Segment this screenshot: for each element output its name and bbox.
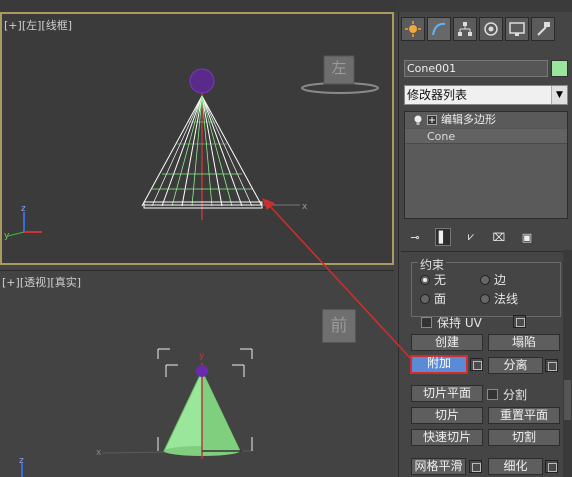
attach-list-button[interactable] (470, 358, 483, 371)
axis-tripod-left: z y (4, 204, 42, 241)
modifier-stack[interactable]: 编辑多边形 Cone (404, 111, 568, 219)
radio-dot-icon (420, 274, 430, 285)
preserve-uv-settings-button[interactable] (513, 315, 526, 328)
constraint-normal-radio[interactable]: 法线 (480, 290, 518, 307)
radio-label: 无 (434, 273, 447, 287)
viewport-plus-menu[interactable]: [+] (4, 19, 22, 32)
viewcube-face-label: 左 (331, 59, 347, 77)
stack-toolbar: ⊸ ▌ ⩗ ⌧ ▣ (407, 226, 567, 248)
viewport-perspective-label[interactable]: [+][透视][真实] (2, 274, 81, 290)
viewport-plus-menu[interactable]: [+] (2, 276, 20, 289)
detach-settings-button[interactable] (545, 359, 558, 372)
radio-label: 法线 (494, 292, 519, 306)
bulb-icon[interactable] (413, 115, 423, 125)
panel-top-strip (398, 0, 572, 12)
checkbox-label: 保持 UV (437, 316, 482, 330)
cut-button[interactable]: 切割 (488, 429, 560, 446)
modifier-list-label: 修改器列表 (407, 88, 468, 102)
scrollbar-thumb[interactable] (564, 380, 571, 420)
constraint-edge-radio[interactable]: 边 (480, 271, 506, 288)
left-tripod-y-label: y (4, 231, 10, 241)
slice-button[interactable]: 切片 (411, 407, 483, 424)
hierarchy-icon (458, 22, 472, 36)
display-tab[interactable] (505, 17, 529, 41)
quickslice-button[interactable]: 快速切片 (411, 429, 483, 446)
viewport-left[interactable]: [+][左][线框] 左 x z y (0, 12, 394, 265)
viewcube-perspective[interactable]: 前 (322, 309, 356, 343)
viewport-perspective[interactable]: [+][透视][真实] 前 x y z (0, 270, 394, 477)
object-name-field[interactable]: Cone001 (404, 60, 548, 77)
cone-wireframe[interactable]: x (132, 64, 312, 234)
utilities-icon (537, 22, 550, 36)
meshsmooth-settings-button[interactable] (469, 460, 482, 473)
collapse-button[interactable]: 塌陷 (488, 334, 560, 351)
divider (401, 251, 571, 252)
constraint-none-radio[interactable]: 无 (420, 271, 446, 288)
viewport-pov-menu[interactable]: [透视] (20, 276, 51, 289)
axis-tripod-perspective: z (19, 456, 24, 477)
create-button[interactable]: 创建 (411, 334, 483, 351)
radio-dot-icon (420, 293, 430, 304)
detach-button[interactable]: 分离 (488, 357, 543, 374)
viewport-top-strip (0, 0, 398, 12)
create-icon (405, 21, 421, 37)
pin-stack-icon[interactable]: ⊸ (407, 228, 423, 246)
constraints-group: 约束 无 边 面 法线 (411, 256, 561, 317)
viewport-shading-menu[interactable]: [线框] (41, 19, 72, 32)
command-panel: Cone001 修改器列表 ▼ 编辑多边形 Cone ⊸ ▌ ⩗ ⌧ ▣ 约束 (398, 12, 572, 477)
configure-modifier-sets-icon[interactable]: ▣ (519, 228, 535, 246)
chevron-down-icon[interactable]: ▼ (551, 86, 567, 104)
persp-pivot-y-label: y (199, 351, 205, 361)
stack-item-label: 编辑多边形 (441, 113, 496, 126)
show-end-result-icon[interactable]: ▌ (435, 228, 451, 246)
checkbox-box (487, 389, 498, 400)
motion-tab[interactable] (479, 17, 503, 41)
modifier-list-dropdown[interactable]: 修改器列表 ▼ (404, 85, 568, 105)
constraint-face-radio[interactable]: 面 (420, 290, 446, 307)
modify-icon (432, 22, 446, 36)
tessellate-button[interactable]: 细化 (488, 458, 543, 475)
panel-scrollbar[interactable] (563, 250, 572, 477)
checkbox-label: 分割 (503, 388, 528, 402)
radio-label: 边 (494, 273, 507, 287)
persp-tripod-z-label: z (19, 456, 24, 466)
stack-item-cone[interactable]: Cone (405, 128, 567, 144)
modify-tab[interactable] (427, 17, 451, 41)
split-checkbox[interactable]: 分割 (487, 386, 527, 403)
make-unique-icon[interactable]: ⩗ (463, 228, 479, 246)
left-grid-x-label: x (302, 202, 308, 212)
viewport-left-label[interactable]: [+][左][线框] (4, 17, 72, 33)
stack-item-edit-poly[interactable]: 编辑多边形 (405, 112, 567, 128)
preserve-uv-checkbox[interactable]: 保持 UV (421, 314, 482, 331)
viewport-shading-menu[interactable]: [真实] (50, 276, 81, 289)
checkbox-box (421, 317, 432, 328)
radio-label: 面 (434, 292, 447, 306)
remove-modifier-icon[interactable]: ⌧ (491, 228, 507, 246)
radio-dot-icon (480, 274, 490, 285)
expand-plus-icon[interactable] (427, 115, 437, 125)
radio-dot-icon (480, 293, 490, 304)
reset-plane-button[interactable]: 重置平面 (488, 407, 560, 424)
left-tripod-z-label: z (21, 204, 26, 214)
slice-plane-button[interactable]: 切片平面 (411, 385, 483, 402)
max-ui: [+][左][线框] 左 x z y [+][透视][真实] 前 x y z C… (0, 0, 572, 477)
hierarchy-tab[interactable] (453, 17, 477, 41)
utilities-tab[interactable] (531, 17, 555, 41)
persp-grid-x-label: x (96, 448, 102, 458)
display-icon (509, 22, 525, 36)
command-panel-tabs (401, 17, 571, 47)
viewport-pov-menu[interactable]: [左] (22, 19, 42, 32)
motion-icon (484, 22, 498, 36)
attach-button[interactable]: 附加 (410, 355, 468, 374)
object-color-swatch[interactable] (551, 60, 568, 77)
create-tab[interactable] (401, 17, 425, 41)
tessellate-settings-button[interactable] (545, 460, 558, 473)
cone-shaded[interactable]: x y (92, 341, 272, 477)
meshsmooth-button[interactable]: 网格平滑 (411, 458, 466, 475)
